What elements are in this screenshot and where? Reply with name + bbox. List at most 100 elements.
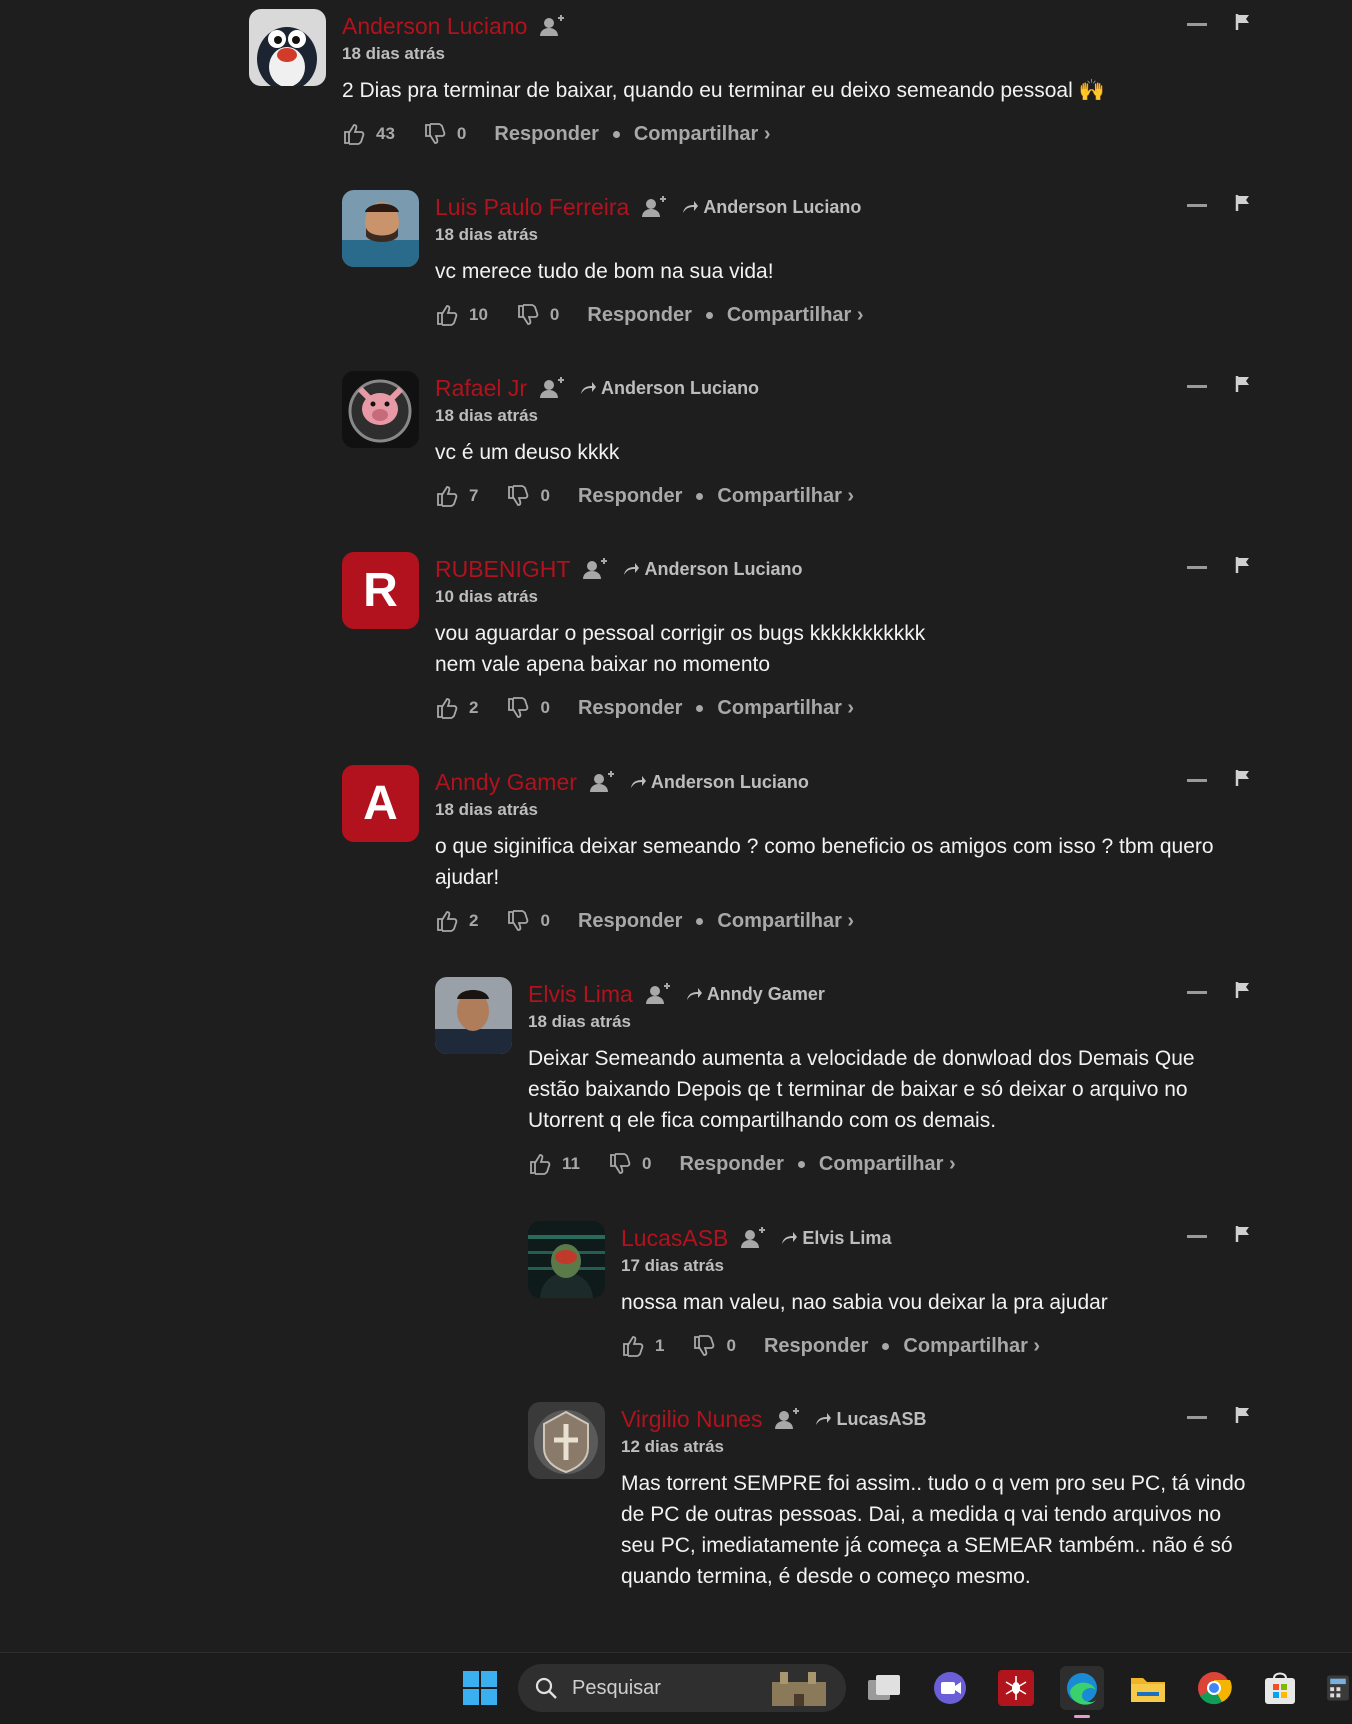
- avatar[interactable]: A: [342, 765, 419, 842]
- flag-icon[interactable]: [1235, 1225, 1251, 1243]
- share-button[interactable]: Compartilhar ›: [717, 697, 854, 720]
- dislike-count: 0: [726, 1336, 736, 1355]
- reply-button[interactable]: Responder: [494, 123, 598, 146]
- collapse-button[interactable]: [1187, 565, 1207, 569]
- comment-text: nossa man valeu, nao sabia vou deixar la…: [621, 1291, 1108, 1314]
- reply-button[interactable]: Responder: [578, 485, 682, 508]
- follow-user-icon[interactable]: [582, 557, 608, 581]
- chrome-button[interactable]: [1192, 1666, 1236, 1710]
- thumbs-down-icon: [518, 304, 539, 325]
- author-name[interactable]: Virgilio Nunes: [621, 1406, 762, 1433]
- taskbar-search[interactable]: Pesquisar: [518, 1664, 846, 1712]
- reply-to-link[interactable]: Elvis Lima: [780, 1228, 891, 1249]
- like-button[interactable]: 43: [342, 122, 423, 146]
- dislike-button[interactable]: 0: [692, 1334, 763, 1358]
- thumbs-up-icon: [437, 486, 458, 507]
- avatar[interactable]: [435, 977, 512, 1054]
- timestamp: 18 dias atrás: [342, 44, 446, 63]
- user-photo-icon: [435, 977, 512, 1054]
- dislike-button[interactable]: 0: [423, 122, 494, 146]
- microsoft-store-button[interactable]: [1258, 1666, 1302, 1710]
- spiderman-game-button[interactable]: [994, 1666, 1038, 1710]
- follow-user-icon[interactable]: [539, 14, 565, 38]
- flag-icon[interactable]: [1235, 13, 1251, 31]
- collapse-button[interactable]: [1187, 384, 1207, 388]
- collapse-button[interactable]: [1187, 203, 1207, 207]
- reply-to-link[interactable]: Anderson Luciano: [681, 197, 861, 218]
- follow-user-icon[interactable]: [641, 195, 667, 219]
- author-name[interactable]: Luis Paulo Ferreira: [435, 194, 629, 221]
- share-button[interactable]: Compartilhar ›: [717, 485, 854, 508]
- avatar[interactable]: [342, 371, 419, 448]
- share-button[interactable]: Compartilhar ›: [727, 304, 864, 327]
- like-button[interactable]: 2: [435, 696, 506, 720]
- windows-start-button[interactable]: [458, 1666, 502, 1710]
- flag-icon[interactable]: [1235, 769, 1251, 787]
- reply-button[interactable]: Responder: [587, 304, 691, 327]
- reply-to-link[interactable]: LucasASB: [814, 1409, 927, 1430]
- avatar[interactable]: R: [342, 552, 419, 629]
- collapse-button[interactable]: [1187, 22, 1207, 26]
- reply-button[interactable]: Responder: [764, 1335, 868, 1358]
- edge-button[interactable]: [1060, 1666, 1104, 1718]
- dislike-button[interactable]: 0: [506, 484, 577, 508]
- reply-button[interactable]: Responder: [679, 1153, 783, 1176]
- avatar[interactable]: [528, 1221, 605, 1298]
- like-button[interactable]: 11: [528, 1152, 608, 1176]
- author-name[interactable]: Rafael Jr: [435, 375, 527, 402]
- reply-button[interactable]: Responder: [578, 697, 682, 720]
- follow-user-icon[interactable]: [539, 376, 565, 400]
- teams-button[interactable]: [928, 1666, 972, 1710]
- reply-to-link[interactable]: Anndy Gamer: [685, 984, 825, 1005]
- flag-icon[interactable]: [1235, 375, 1251, 393]
- avatar[interactable]: [528, 1402, 605, 1479]
- hacker-avatar-icon: [528, 1221, 605, 1298]
- dislike-button[interactable]: 0: [506, 909, 577, 933]
- flag-icon[interactable]: [1235, 194, 1251, 212]
- avatar[interactable]: [342, 190, 419, 267]
- share-button[interactable]: Compartilhar ›: [819, 1153, 956, 1176]
- share-button[interactable]: Compartilhar ›: [903, 1335, 1040, 1358]
- like-count: 10: [469, 305, 488, 324]
- reply-button[interactable]: Responder: [578, 910, 682, 933]
- like-button[interactable]: 10: [435, 303, 516, 327]
- dislike-button[interactable]: 0: [608, 1152, 679, 1176]
- reply-arrow-icon: [816, 1413, 832, 1425]
- follow-user-icon[interactable]: [774, 1407, 800, 1431]
- like-button[interactable]: 2: [435, 909, 506, 933]
- author-name[interactable]: RUBENIGHT: [435, 556, 570, 583]
- follow-user-icon[interactable]: [645, 982, 671, 1006]
- flag-icon[interactable]: [1235, 1406, 1251, 1424]
- author-name[interactable]: LucasASB: [621, 1225, 728, 1252]
- flag-icon[interactable]: [1235, 981, 1251, 999]
- collapse-button[interactable]: [1187, 1234, 1207, 1238]
- author-name[interactable]: Anderson Luciano: [342, 13, 527, 40]
- share-button[interactable]: Compartilhar ›: [634, 123, 771, 146]
- separator-dot: [696, 704, 704, 712]
- like-button[interactable]: 1: [621, 1334, 692, 1358]
- reply-to-name: Anderson Luciano: [650, 771, 809, 792]
- collapse-button[interactable]: [1187, 990, 1207, 994]
- follow-user-icon[interactable]: [589, 770, 615, 794]
- author-name[interactable]: Anndy Gamer: [435, 769, 577, 796]
- task-view-button[interactable]: [862, 1666, 906, 1710]
- timestamp: 10 dias atrás: [435, 587, 539, 606]
- collapse-button[interactable]: [1187, 778, 1207, 782]
- like-button[interactable]: 7: [435, 484, 506, 508]
- follow-user-icon[interactable]: [740, 1226, 766, 1250]
- dislike-count: 0: [540, 911, 550, 930]
- reply-to-link[interactable]: Anderson Luciano: [629, 772, 809, 793]
- calculator-button[interactable]: [1324, 1666, 1352, 1710]
- thumbs-down-icon: [694, 1335, 715, 1356]
- dislike-button[interactable]: 0: [516, 303, 587, 327]
- flag-icon[interactable]: [1235, 556, 1251, 574]
- author-name[interactable]: Elvis Lima: [528, 981, 633, 1008]
- reply-to-link[interactable]: Anderson Luciano: [622, 559, 802, 580]
- dislike-button[interactable]: 0: [506, 696, 577, 720]
- file-explorer-button[interactable]: [1126, 1666, 1170, 1710]
- collapse-button[interactable]: [1187, 1415, 1207, 1419]
- share-button[interactable]: Compartilhar ›: [717, 910, 854, 933]
- avatar[interactable]: [249, 9, 326, 86]
- reply-arrow-icon: [630, 776, 646, 788]
- reply-to-link[interactable]: Anderson Luciano: [579, 378, 759, 399]
